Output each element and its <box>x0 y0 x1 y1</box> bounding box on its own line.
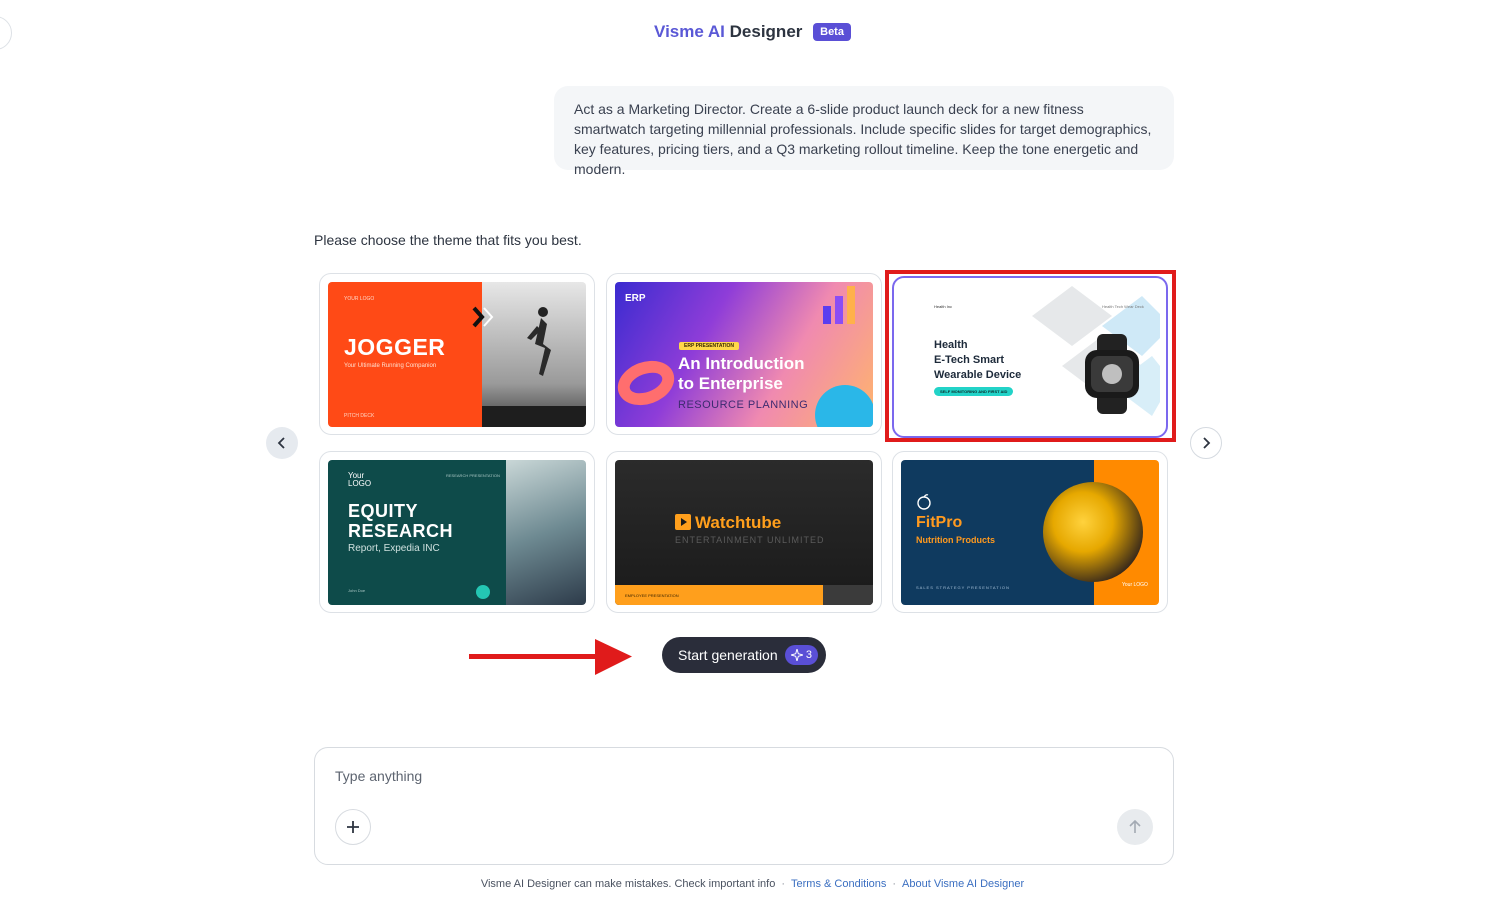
theme-tiny-text: Health Tech Wear Deck <box>1102 304 1144 309</box>
sparkle-icon <box>790 649 803 661</box>
theme-subtitle: RESOURCE PLANNING <box>678 399 809 411</box>
logo-line: LOGO <box>348 479 372 488</box>
arrow-up-icon <box>1129 820 1141 833</box>
theme-thumbnail: Health Inc Health Tech Wear Deck Health … <box>902 286 1160 431</box>
theme-card-jogger[interactable]: YOUR LOGO JOGGER Your Ultimate Running C… <box>319 273 595 435</box>
theme-title-line: to Enterprise <box>678 374 783 393</box>
runner-image <box>527 307 551 376</box>
about-link[interactable]: About Visme AI Designer <box>902 878 1024 890</box>
title-brand: Visme AI <box>654 22 725 41</box>
theme-footer: EMPLOYEE PRESENTATION <box>625 593 679 598</box>
theme-card-health[interactable]: Health Inc Health Tech Wear Deck Health … <box>892 276 1168 438</box>
chevron-right-icon <box>1203 437 1211 449</box>
arrow-circle-icon <box>476 585 490 599</box>
disclaimer-text: Visme AI Designer can make mistakes. Che… <box>480 878 776 890</box>
page-footer: Visme AI Designer can make mistakes. Che… <box>480 878 1025 890</box>
annotation-arrow <box>469 639 632 675</box>
theme-footer: John Doe <box>348 588 366 593</box>
credits-count: 3 <box>805 649 812 661</box>
page-header: Visme AI Designer Beta <box>0 22 1505 42</box>
theme-logo: Your LOGO <box>1122 582 1148 588</box>
theme-instruction: Please choose the theme that fits you be… <box>314 232 582 248</box>
attach-button[interactable] <box>335 809 371 845</box>
theme-subtitle: Report, Expedia INC <box>348 543 440 554</box>
theme-thumbnail: Watchtube ENTERTAINMENT UNLIMITED EMPLOY… <box>615 460 873 605</box>
smartwatch-image <box>1085 334 1139 414</box>
theme-title: An Introduction to Enterprise <box>678 354 805 394</box>
message-composer <box>314 747 1174 865</box>
theme-thumbnail: Your LOGO RESEARCH PRESENTATION EQUITY R… <box>328 460 586 605</box>
terms-link[interactable]: Terms & Conditions <box>791 878 886 890</box>
theme-title-line: Health <box>934 339 968 351</box>
theme-logo: Your LOGO <box>348 472 371 488</box>
theme-card-fitpro[interactable]: FitPro Nutrition Products SALES STRATEGY… <box>892 451 1168 613</box>
theme-subtitle: Your Ultimate Running Companion <box>344 363 437 369</box>
theme-title: FitPro <box>916 514 963 531</box>
theme-subtitle: ENTERTAINMENT UNLIMITED <box>675 535 825 545</box>
theme-footer: PITCH DECK <box>344 413 375 419</box>
theme-title-line: E-Tech Smart <box>934 354 1005 366</box>
theme-card-watchtube[interactable]: Watchtube ENTERTAINMENT UNLIMITED EMPLOY… <box>606 451 882 613</box>
title-product: Designer <box>729 22 803 41</box>
theme-pill: SELF MONITORING AND FIRST AID <box>934 387 1014 396</box>
theme-card-equity[interactable]: Your LOGO RESEARCH PRESENTATION EQUITY R… <box>319 451 595 613</box>
theme-title: Watchtube <box>675 513 781 533</box>
theme-thumbnail: ERP ERP PRESENTATION An Introduction to … <box>615 282 873 427</box>
theme-title-line: An Introduction <box>678 354 805 373</box>
athletes-photo <box>1043 482 1143 582</box>
theme-thumbnail: FitPro Nutrition Products SALES STRATEGY… <box>901 460 1159 605</box>
theme-title-text: Watchtube <box>695 513 782 532</box>
user-prompt-bubble: Act as a Marketing Director. Create a 6-… <box>554 86 1174 177</box>
play-icon <box>675 514 691 530</box>
theme-title-line: EQUITY <box>348 501 419 521</box>
send-button[interactable] <box>1117 809 1153 845</box>
theme-tiny-text: YOUR LOGO <box>344 296 375 302</box>
theme-logo: ERP <box>625 293 646 304</box>
carousel-prev-button[interactable] <box>266 427 298 459</box>
theme-title-line: RESEARCH <box>348 521 454 541</box>
theme-footer: SALES STRATEGY PRESENTATION <box>916 585 1010 590</box>
start-generation-label: Start generation <box>678 647 778 663</box>
theme-card-erp[interactable]: ERP ERP PRESENTATION An Introduction to … <box>606 273 882 435</box>
theme-subtitle: Nutrition Products <box>916 535 995 545</box>
theme-title: Health E-Tech Smart Wearable Device <box>934 338 1021 383</box>
apple-icon <box>917 494 931 510</box>
message-input[interactable] <box>335 768 1115 784</box>
theme-title: EQUITY RESEARCH <box>348 501 453 541</box>
theme-tag: ERP PRESENTATION <box>679 342 740 350</box>
theme-title-line: Wearable Device <box>934 369 1022 381</box>
theme-title: JOGGER <box>344 334 446 360</box>
theme-brand: Health Inc <box>934 304 953 309</box>
beta-badge: Beta <box>813 23 851 41</box>
start-generation-button[interactable]: Start generation 3 <box>662 637 826 673</box>
plus-icon <box>347 821 359 833</box>
credits-badge: 3 <box>784 645 818 665</box>
theme-tiny-text: RESEARCH PRESENTATION <box>446 473 500 478</box>
meeting-photo <box>506 460 586 605</box>
chevron-left-icon <box>277 437 285 449</box>
theme-thumbnail: YOUR LOGO JOGGER Your Ultimate Running C… <box>328 282 586 427</box>
carousel-next-button[interactable] <box>1190 427 1222 459</box>
